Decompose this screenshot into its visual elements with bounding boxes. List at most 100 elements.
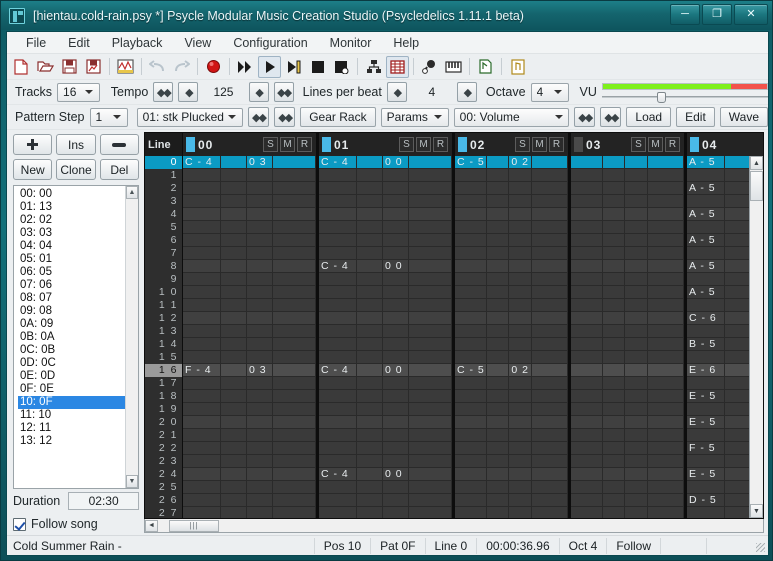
cell-command[interactable] — [409, 338, 452, 351]
cell-volume[interactable] — [383, 351, 409, 364]
cell-note[interactable] — [571, 195, 604, 208]
resize-grip[interactable] — [752, 539, 766, 553]
cell-note[interactable]: A - 5 — [687, 156, 725, 169]
cell-instrument[interactable] — [725, 403, 751, 416]
cell-instrument[interactable] — [603, 325, 626, 338]
list-item[interactable]: 06: 05 — [18, 266, 125, 279]
cell-volume[interactable] — [625, 156, 648, 169]
list-item[interactable]: 0D: 0C — [18, 357, 125, 370]
cell-instrument[interactable] — [603, 169, 626, 182]
cell-instrument[interactable] — [603, 468, 626, 481]
list-item[interactable]: 02: 02 — [18, 214, 125, 227]
cell-volume[interactable] — [509, 442, 532, 455]
pattern-cell-group[interactable] — [571, 234, 687, 247]
tempo-increase-small-button[interactable]: ◆ — [248, 82, 269, 102]
cell-note[interactable] — [571, 377, 604, 390]
lpb-decrease-button[interactable]: ◆ — [386, 82, 407, 102]
track-mute-button[interactable]: M — [648, 137, 663, 152]
menu-configuration[interactable]: Configuration — [222, 34, 318, 52]
pattern-cell-group[interactable] — [455, 299, 571, 312]
cell-volume[interactable]: 0 0 — [383, 260, 409, 273]
master-volume-slider[interactable] — [601, 92, 769, 103]
pattern-cell-group[interactable] — [455, 494, 571, 507]
pattern-cell-group[interactable] — [319, 234, 455, 247]
cell-note[interactable] — [183, 481, 221, 494]
cell-instrument[interactable] — [221, 390, 247, 403]
pattern-cell-group[interactable] — [571, 429, 687, 442]
cell-instrument[interactable] — [357, 494, 383, 507]
cell-command[interactable] — [647, 377, 685, 390]
cell-command[interactable] — [647, 299, 685, 312]
param-prev-button[interactable]: ◆◆ — [574, 107, 596, 127]
cell-volume[interactable] — [509, 208, 532, 221]
cell-command[interactable] — [647, 481, 685, 494]
cell-volume[interactable] — [247, 390, 273, 403]
cell-volume[interactable] — [509, 351, 532, 364]
cell-instrument[interactable] — [357, 195, 383, 208]
cell-volume[interactable] — [625, 234, 648, 247]
cell-note[interactable] — [183, 377, 221, 390]
pattern-cell-group[interactable] — [319, 273, 455, 286]
cell-note[interactable] — [455, 260, 488, 273]
cell-instrument[interactable] — [603, 234, 626, 247]
cell-note[interactable]: E - 5 — [687, 468, 725, 481]
list-item[interactable]: 07: 06 — [18, 279, 125, 292]
cell-instrument[interactable] — [725, 234, 751, 247]
cell-instrument[interactable] — [725, 442, 751, 455]
machine-select[interactable]: 01: stk Plucked — [136, 107, 243, 127]
cell-note[interactable]: E - 5 — [687, 390, 725, 403]
cell-command[interactable] — [409, 169, 452, 182]
cell-volume[interactable]: 0 3 — [247, 156, 273, 169]
pattern-cell-group[interactable] — [319, 442, 455, 455]
cell-instrument[interactable] — [725, 351, 751, 364]
pattern-cell-group[interactable] — [183, 442, 319, 455]
pattern-cell-group[interactable] — [319, 312, 455, 325]
track-solo-button[interactable]: S — [399, 137, 414, 152]
cell-instrument[interactable] — [487, 247, 510, 260]
list-item[interactable]: 11: 10 — [18, 409, 125, 422]
record-icon[interactable] — [202, 56, 225, 78]
octave-select[interactable]: 4 — [530, 82, 569, 102]
cell-instrument[interactable] — [603, 338, 626, 351]
cell-note[interactable]: C - 4 — [319, 364, 357, 377]
cell-volume[interactable] — [625, 403, 648, 416]
cell-note[interactable] — [571, 299, 604, 312]
param-next-button[interactable]: ◆◆ — [600, 107, 622, 127]
cell-command[interactable] — [409, 455, 452, 468]
cell-command[interactable] — [531, 195, 569, 208]
cell-command[interactable] — [409, 195, 452, 208]
cell-volume[interactable] — [509, 403, 532, 416]
cell-command[interactable] — [531, 416, 569, 429]
cell-command[interactable] — [647, 208, 685, 221]
track-header-03[interactable]: 03 S M R — [571, 133, 687, 156]
pattern-cell-group[interactable] — [455, 273, 571, 286]
param-value-select[interactable]: 00: Volume — [453, 107, 570, 127]
pattern-row[interactable]: 1 7 — [145, 377, 763, 390]
pattern-rows-viewport[interactable]: 0C - 40 3C - 40 0C - 50 2A - 50 112A - 5… — [145, 156, 763, 518]
pattern-cell-group[interactable] — [319, 416, 455, 429]
cell-volume[interactable] — [509, 195, 532, 208]
cell-instrument[interactable] — [725, 169, 751, 182]
pattern-cell-group[interactable] — [319, 221, 455, 234]
list-item[interactable]: 0E: 0D — [18, 370, 125, 383]
pattern-cell-group[interactable] — [455, 429, 571, 442]
cell-instrument[interactable] — [725, 325, 751, 338]
cell-note[interactable] — [183, 273, 221, 286]
cell-instrument[interactable] — [725, 221, 751, 234]
cell-instrument[interactable] — [487, 429, 510, 442]
cell-instrument[interactable] — [357, 260, 383, 273]
cell-volume[interactable] — [247, 351, 273, 364]
cell-note[interactable] — [687, 247, 725, 260]
cell-note[interactable] — [183, 507, 221, 518]
pattern-step-select[interactable]: 1 — [89, 107, 128, 127]
pattern-view-icon[interactable] — [386, 55, 409, 78]
cell-volume[interactable] — [625, 286, 648, 299]
cell-note[interactable] — [319, 182, 357, 195]
cell-volume[interactable] — [247, 286, 273, 299]
pattern-row[interactable]: 1 — [145, 169, 763, 182]
cell-note[interactable]: F - 5 — [687, 442, 725, 455]
pattern-cell-group[interactable] — [183, 416, 319, 429]
cell-command[interactable] — [273, 156, 316, 169]
pattern-cell-group[interactable] — [183, 507, 319, 518]
cell-note[interactable] — [571, 494, 604, 507]
